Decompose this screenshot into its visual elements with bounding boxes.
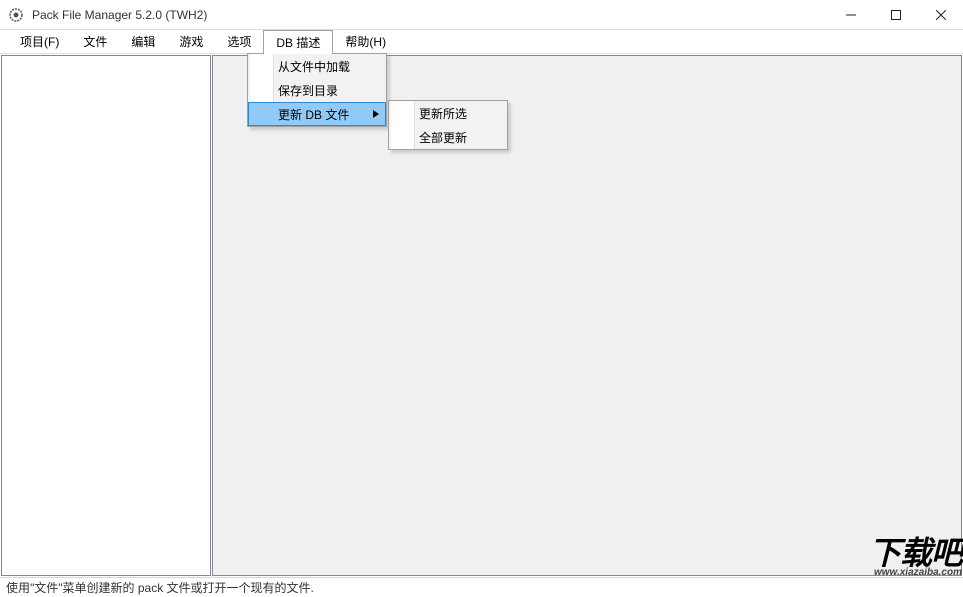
menu-project[interactable]: 项目(F) <box>8 30 71 53</box>
dropdown-item-save-to-dir[interactable]: 保存到目录 <box>248 78 386 102</box>
main-panel <box>212 55 962 576</box>
menu-gutter <box>391 125 415 149</box>
menu-label: 编辑 <box>131 33 155 50</box>
dropdown-update-db: 更新所选 全部更新 <box>388 100 508 150</box>
dropdown-item-load-from-file[interactable]: 从文件中加载 <box>248 54 386 78</box>
menu-label: DB 描述 <box>276 34 320 51</box>
dropdown-label: 保存到目录 <box>278 82 338 99</box>
menu-edit[interactable]: 编辑 <box>119 30 167 53</box>
dropdown-item-update-selected[interactable]: 更新所选 <box>389 101 507 125</box>
minimize-button[interactable] <box>828 0 873 30</box>
menu-db-describe[interactable]: DB 描述 <box>263 30 333 54</box>
menu-label: 帮助(H) <box>345 33 386 50</box>
menu-label: 文件 <box>83 33 107 50</box>
window-title: Pack File Manager 5.2.0 (TWH2) <box>32 8 207 22</box>
menu-options[interactable]: 选项 <box>215 30 263 53</box>
submenu-arrow-icon <box>373 107 379 121</box>
close-button[interactable] <box>918 0 963 30</box>
menu-file[interactable]: 文件 <box>71 30 119 53</box>
tree-panel[interactable] <box>1 55 211 576</box>
dropdown-label: 更新 DB 文件 <box>278 106 349 123</box>
statusbar: 使用"文件"菜单创建新的 pack 文件或打开一个现有的文件. <box>0 577 963 597</box>
menu-label: 项目(F) <box>20 33 59 50</box>
status-text: 使用"文件"菜单创建新的 pack 文件或打开一个现有的文件. <box>6 579 314 596</box>
menubar: 项目(F) 文件 编辑 游戏 选项 DB 描述 帮助(H) <box>0 30 963 54</box>
window-controls <box>828 0 963 30</box>
menu-game[interactable]: 游戏 <box>167 30 215 53</box>
maximize-button[interactable] <box>873 0 918 30</box>
dropdown-item-update-all[interactable]: 全部更新 <box>389 125 507 149</box>
menu-gutter <box>250 54 274 78</box>
menu-gutter <box>391 101 415 125</box>
menu-gutter <box>250 78 274 102</box>
menu-help[interactable]: 帮助(H) <box>333 30 398 53</box>
dropdown-label: 更新所选 <box>419 105 467 122</box>
dropdown-item-update-db-file[interactable]: 更新 DB 文件 <box>248 102 386 126</box>
dropdown-db-describe: 从文件中加载 保存到目录 更新 DB 文件 <box>247 53 387 127</box>
app-icon <box>8 7 24 23</box>
menu-label: 选项 <box>227 33 251 50</box>
menu-label: 游戏 <box>179 33 203 50</box>
titlebar: Pack File Manager 5.2.0 (TWH2) <box>0 0 963 30</box>
dropdown-label: 全部更新 <box>419 129 467 146</box>
dropdown-label: 从文件中加载 <box>278 58 350 75</box>
